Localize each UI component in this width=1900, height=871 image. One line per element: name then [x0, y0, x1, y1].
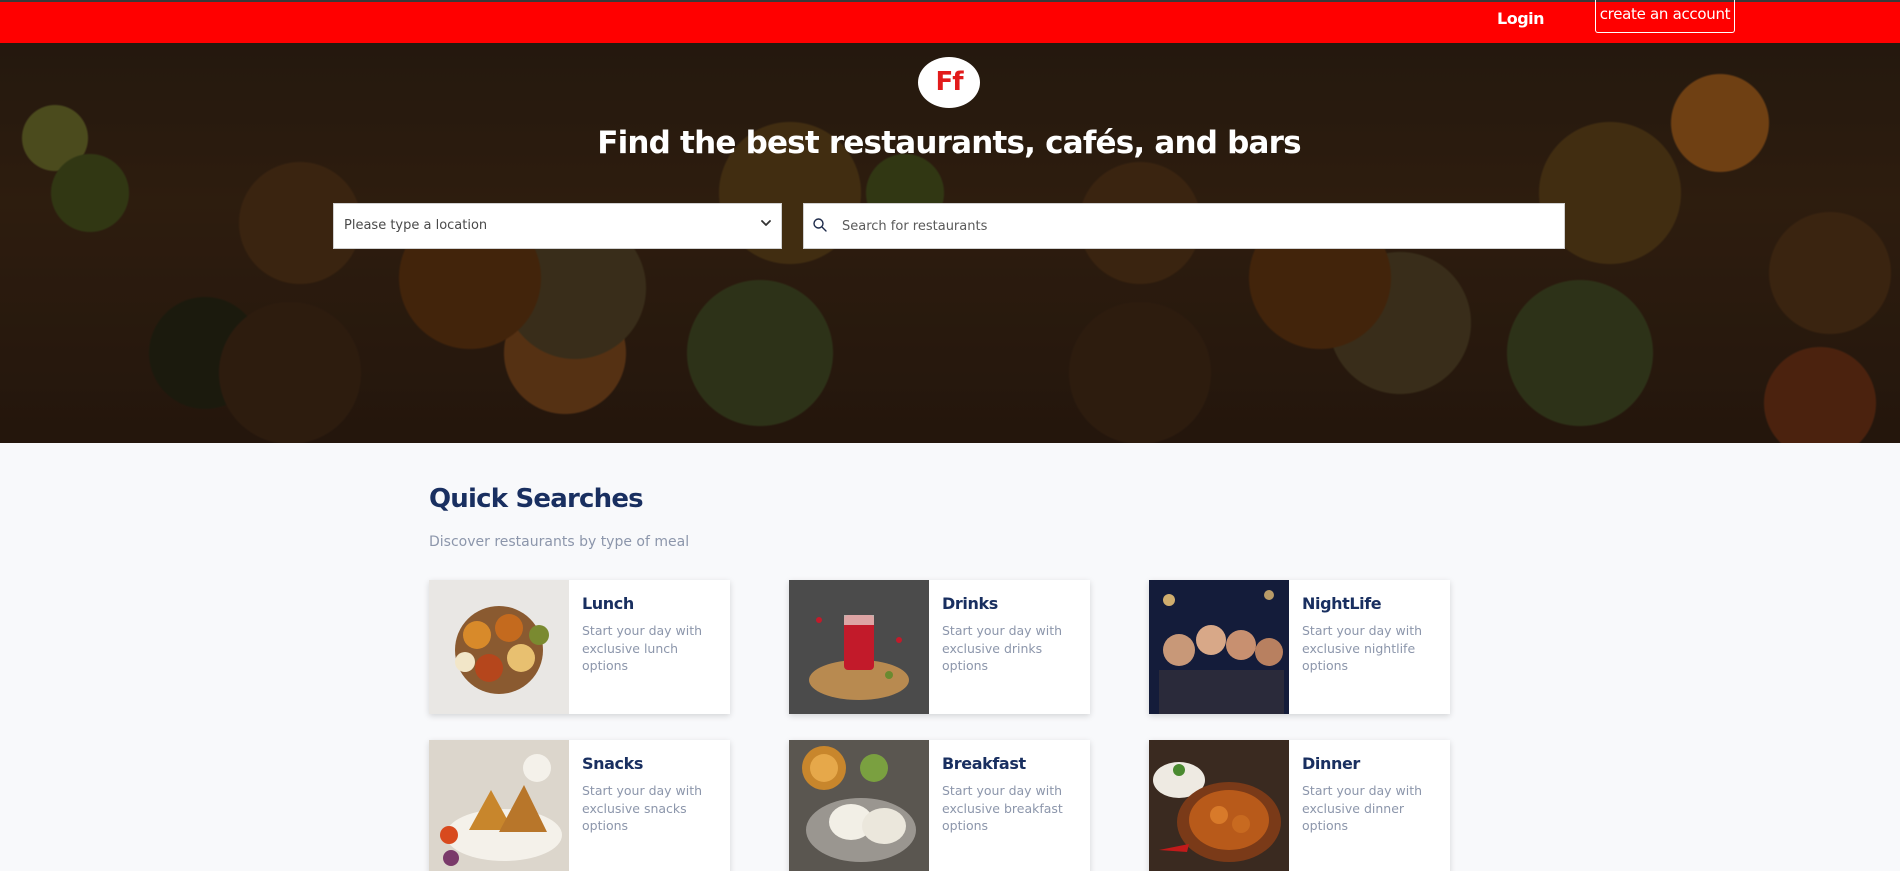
- location-select[interactable]: Please type a location: [333, 203, 782, 249]
- hero-banner: Ff Find the best restaurants, cafés, and…: [0, 43, 1900, 443]
- meal-card-nightlife[interactable]: NightLife Start your day with exclusive …: [1149, 580, 1450, 714]
- location-placeholder: Please type a location: [344, 218, 488, 233]
- card-description: Start your day with exclusive nightlife …: [1302, 623, 1423, 673]
- breakfast-image: [789, 740, 929, 871]
- restaurant-search[interactable]: [803, 203, 1565, 249]
- search-icon: [812, 217, 828, 233]
- drinks-image: [789, 580, 929, 714]
- lunch-image: [429, 580, 569, 714]
- card-title: Breakfast: [942, 754, 1026, 773]
- card-description: Start your day with exclusive snacks opt…: [582, 783, 703, 833]
- card-description: Start your day with exclusive drinks opt…: [942, 623, 1063, 673]
- card-title: Snacks: [582, 754, 643, 773]
- nightlife-image: [1149, 580, 1289, 714]
- card-title: Lunch: [582, 594, 634, 613]
- meal-card-lunch[interactable]: Lunch Start your day with exclusive lunc…: [429, 580, 730, 714]
- top-navbar: Login create an account: [0, 0, 1900, 43]
- card-description: Start your day with exclusive lunch opti…: [582, 623, 703, 673]
- hero-headline: Find the best restaurants, cafés, and ba…: [597, 125, 1301, 161]
- card-title: Dinner: [1302, 754, 1360, 773]
- quick-searches-title: Quick Searches: [429, 484, 644, 514]
- quick-searches-subtitle: Discover restaurants by type of meal: [429, 534, 690, 550]
- card-description: Start your day with exclusive breakfast …: [942, 783, 1063, 833]
- meal-card-drinks[interactable]: Drinks Start your day with exclusive dri…: [789, 580, 1090, 714]
- dinner-image: [1149, 740, 1289, 871]
- snacks-image: [429, 740, 569, 871]
- search-input[interactable]: [842, 212, 1542, 240]
- card-title: Drinks: [942, 594, 998, 613]
- meal-card-snacks[interactable]: Snacks Start your day with exclusive sna…: [429, 740, 730, 871]
- card-description: Start your day with exclusive dinner opt…: [1302, 783, 1423, 833]
- card-title: NightLife: [1302, 594, 1382, 613]
- brand-logo[interactable]: Ff: [918, 57, 980, 108]
- create-account-button[interactable]: create an account: [1595, 0, 1735, 33]
- meal-card-breakfast[interactable]: Breakfast Start your day with exclusive …: [789, 740, 1090, 871]
- meal-card-dinner[interactable]: Dinner Start your day with exclusive din…: [1149, 740, 1450, 871]
- chevron-down-icon: [759, 215, 773, 229]
- login-link[interactable]: Login: [1497, 9, 1545, 28]
